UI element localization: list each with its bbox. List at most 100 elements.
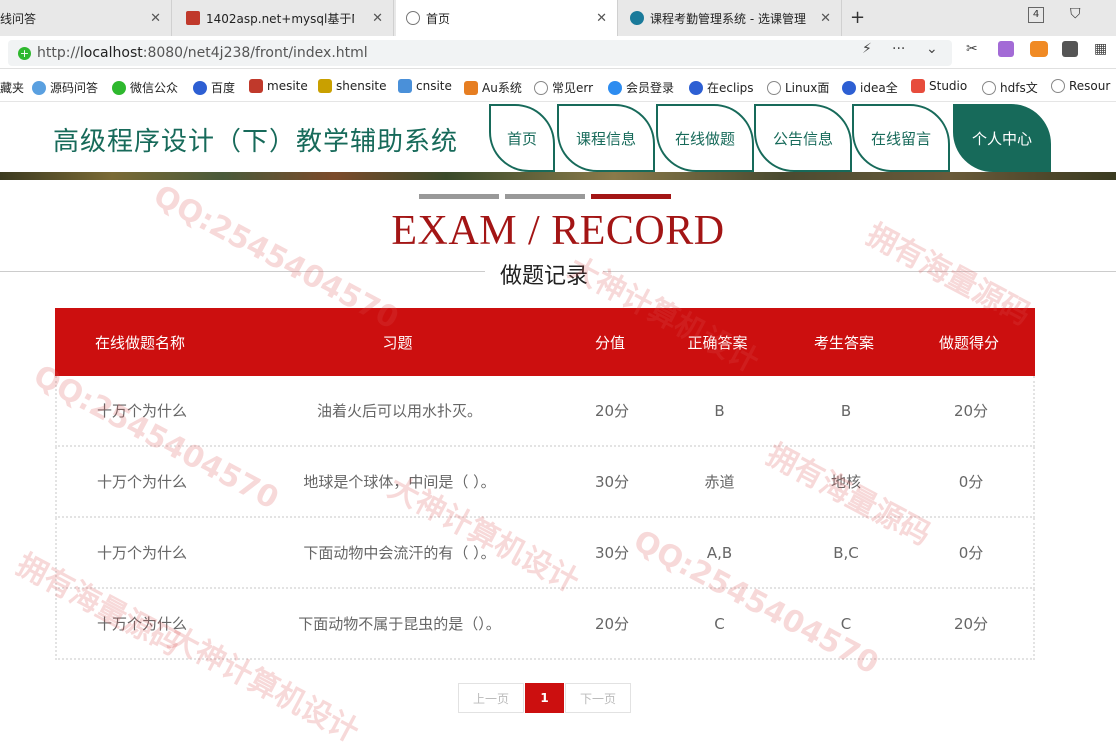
cell-exam-name: 十万个为什么 [96, 615, 187, 633]
url-host: localhost [79, 45, 143, 61]
bookmark-item[interactable]: Linux面 [767, 79, 829, 96]
nav-announcements[interactable]: 公告信息 [754, 104, 852, 172]
globe-icon [982, 80, 996, 95]
column-header: 做题得分 [938, 333, 999, 352]
bookmark-icon [318, 79, 332, 93]
section-title-en: EXAM / RECORD [391, 208, 725, 254]
cell-question: 下面动物中会流汗的有（ ）。 [303, 544, 496, 562]
bookmark-item[interactable]: hdfs文 [982, 79, 1038, 96]
bookmark-label: Linux面 [785, 81, 830, 95]
bookmark-label: cnsite [416, 79, 452, 93]
title-decoration [505, 194, 585, 199]
bookmark-item[interactable]: Studio [911, 79, 967, 93]
new-tab-button[interactable]: + [850, 7, 865, 28]
bookmark-label: 常见err [552, 81, 594, 95]
close-icon[interactable]: ✕ [820, 11, 831, 26]
next-page-button[interactable]: 下一页 [565, 683, 631, 713]
site-title: 高级程序设计（下）教学辅助系统 [53, 127, 459, 157]
nav-personal-center[interactable]: 个人中心 [953, 104, 1051, 172]
bookmark-icon [608, 80, 622, 95]
bookmark-icon [911, 79, 925, 93]
bookmark-item[interactable]: Resour [1051, 79, 1110, 93]
bookmark-item[interactable]: mesite [249, 79, 308, 93]
prev-page-button[interactable]: 上一页 [458, 683, 524, 713]
cell-correct-answer: B [714, 401, 725, 420]
translate-icon[interactable] [998, 41, 1014, 57]
game-icon[interactable] [1030, 41, 1048, 57]
tab-title: 首页 [426, 11, 451, 26]
react-icon [630, 11, 644, 25]
cell-correct-answer: 赤道 [704, 473, 735, 491]
lightning-icon[interactable]: ⚡ [862, 41, 872, 57]
baidu-icon [689, 80, 703, 95]
cell-question: 油着火后可以用水扑灭。 [316, 402, 482, 420]
scissors-icon[interactable]: ✂ [966, 41, 978, 57]
close-icon[interactable]: ✕ [596, 11, 607, 26]
tab-title: 1402asp.net+mysql基于MVC [206, 11, 354, 26]
cell-score-value: 20分 [594, 615, 630, 633]
cell-score-value: 30分 [594, 473, 630, 491]
browser-tab[interactable]: 线问答 ✕ [0, 0, 172, 36]
cell-question: 下面动物不属于昆虫的是（）。 [298, 615, 501, 633]
nav-online-exam[interactable]: 在线做题 [656, 104, 754, 172]
url-input[interactable]: + http://localhost:8080/net4j238/front/i… [8, 40, 952, 66]
nav-course-info[interactable]: 课程信息 [557, 104, 655, 172]
bookmark-label: shensite [336, 79, 387, 93]
nav-messages[interactable]: 在线留言 [852, 104, 950, 172]
globe-icon [534, 80, 548, 95]
apps-grid-icon[interactable]: ▦ [1094, 41, 1107, 57]
table-row[interactable]: 十万个为什么 下面动物中会流汗的有（ ）。 30分 A,B B,C 0分 [55, 518, 1035, 589]
table-row[interactable]: 十万个为什么 下面动物不属于昆虫的是（）。 20分 C C 20分 [55, 589, 1035, 660]
bookmark-label: Au系统 [482, 81, 522, 95]
skin-icon[interactable]: ⛉ [1070, 6, 1081, 22]
tab-title: 线问答 [0, 11, 37, 26]
bookmarks-bar: 藏夹 源码问答 微信公众 百度 mesite shensite cnsite A… [0, 70, 1116, 102]
close-icon[interactable]: ✕ [372, 11, 383, 26]
bookmark-icon [32, 80, 46, 95]
more-icon[interactable]: ··· [892, 41, 905, 57]
bookmark-label: 会员登录 [626, 81, 675, 95]
page-number-button[interactable]: 1 [525, 683, 564, 713]
browser-tab-active[interactable]: 首页 ✕ [396, 0, 618, 36]
cell-question: 地球是个球体，中间是（ ）。 [303, 473, 496, 491]
bookmark-item[interactable]: cnsite [398, 79, 452, 93]
nav-home[interactable]: 首页 [489, 104, 555, 172]
bookmark-icon [464, 80, 478, 95]
table-row[interactable]: 十万个为什么 油着火后可以用水扑灭。 20分 B B 20分 [55, 376, 1035, 447]
bookmark-item[interactable]: 藏夹 [0, 79, 24, 96]
secure-icon: + [18, 46, 31, 60]
globe-icon [406, 11, 420, 25]
bookmark-item[interactable]: 源码问答 [32, 79, 98, 96]
chevron-down-icon[interactable]: ⌄ [926, 41, 938, 57]
tab-title: 课程考勤管理系统 - 选课管理 [650, 11, 806, 26]
bookmark-label: 在eclips [707, 81, 754, 95]
baidu-icon [842, 80, 856, 95]
table-row[interactable]: 十万个为什么 地球是个球体，中间是（ ）。 30分 赤道 地核 0分 [55, 447, 1035, 518]
wechat-icon [112, 80, 126, 95]
bookmark-item[interactable]: idea全 [842, 79, 898, 96]
title-decoration [591, 194, 671, 199]
bookmark-item[interactable]: 百度 [193, 79, 235, 96]
bookmark-item[interactable]: 会员登录 [608, 79, 674, 96]
bookmark-item[interactable]: Au系统 [464, 79, 522, 96]
cell-student-answer: B,C [833, 543, 859, 562]
section-title-cn: 做题记录 [485, 258, 603, 290]
bookmark-item[interactable]: 常见err [534, 79, 593, 96]
cell-exam-name: 十万个为什么 [96, 402, 187, 420]
table-header: 在线做题名称 习题 分值 正确答案 考生答案 做题得分 [55, 308, 1035, 376]
bookmark-item[interactable]: shensite [318, 79, 387, 93]
close-icon[interactable]: ✕ [150, 11, 161, 26]
tab-count-badge[interactable]: 4 [1028, 7, 1044, 23]
bookmark-label: 百度 [211, 81, 236, 95]
bookmark-label: 藏夹 [0, 81, 25, 95]
bookmark-label: 微信公众 [130, 81, 179, 95]
browser-tab[interactable]: 1402asp.net+mysql基于MVC ✕ [176, 0, 394, 36]
browser-tab[interactable]: 课程考勤管理系统 - 选课管理 ✕ [620, 0, 842, 36]
bookmark-label: 源码问答 [50, 81, 99, 95]
column-header: 习题 [382, 333, 413, 352]
bookmark-item[interactable]: 微信公众 [112, 79, 178, 96]
column-header: 考生答案 [813, 333, 874, 352]
extension-icon[interactable] [1062, 41, 1078, 57]
bookmark-item[interactable]: 在eclips [689, 79, 754, 96]
site-header: 高级程序设计（下）教学辅助系统 首页 课程信息 在线做题 公告信息 在线留言 个… [0, 102, 1116, 172]
